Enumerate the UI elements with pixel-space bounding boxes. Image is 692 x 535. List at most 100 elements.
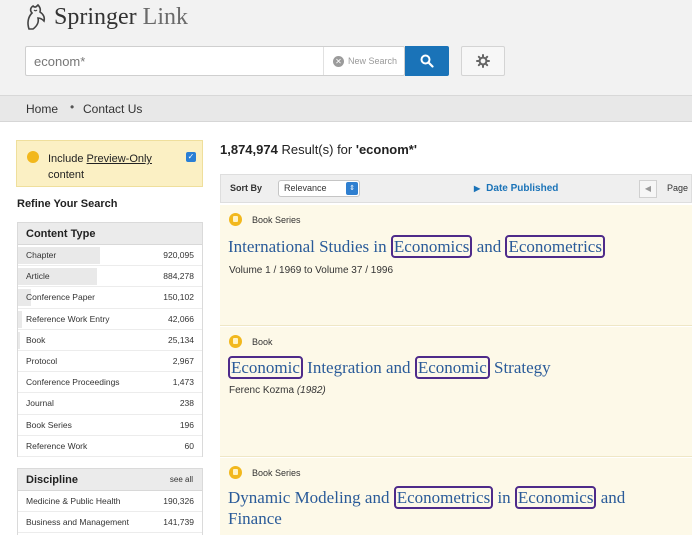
facet-item-label: Conference Proceedings: [26, 377, 120, 388]
facet-item[interactable]: Book 25,134: [18, 330, 202, 351]
facet-item[interactable]: Conference Proceedings 1,473: [18, 372, 202, 394]
result-type-label: Book Series: [252, 214, 301, 225]
preview-label-link[interactable]: Preview-Only: [87, 153, 152, 165]
facet-item-label: Reference Work: [26, 440, 88, 451]
gear-icon: [476, 54, 490, 68]
title-highlight: Economics: [390, 235, 473, 258]
result-title-link[interactable]: International Studies in Economics and E…: [228, 235, 605, 258]
results-count: 1,874,974: [220, 142, 278, 157]
facet-item-count: 920,095: [163, 250, 194, 260]
nav-separator: •: [70, 100, 75, 114]
nav-home-link[interactable]: Home: [26, 102, 58, 116]
title-highlight: Economics: [514, 486, 597, 509]
logo-suffix: Link: [142, 3, 188, 30]
result-type-label: Book: [252, 336, 273, 347]
refine-search-heading: Refine Your Search: [17, 198, 118, 210]
result-title-link[interactable]: Economic Integration and Economic Strate…: [228, 356, 551, 379]
preview-label-prefix: Include: [48, 153, 87, 165]
facet-item[interactable]: Conference Paper 150,102: [18, 287, 202, 309]
facet-count-bar: [18, 331, 20, 349]
select-arrow-icon: ⇕: [346, 182, 358, 195]
facet-item[interactable]: Reference Work Entry 42,066: [18, 309, 202, 330]
title-text: in: [493, 488, 515, 507]
facet-item-label: Article: [26, 271, 50, 282]
logo-brand: Springer: [54, 3, 137, 30]
content-type-icon: [229, 213, 242, 226]
see-all-link[interactable]: see all: [170, 475, 193, 484]
content-type-header: Content Type: [18, 223, 202, 245]
preview-only-toggle[interactable]: Include Preview-Only content ✓: [16, 140, 203, 187]
preview-label-suffix: content: [48, 169, 85, 181]
result-author[interactable]: Ferenc Kozma: [229, 385, 294, 396]
facet-item-count: 60: [184, 440, 194, 451]
facet-item-count: 190,326: [163, 496, 194, 506]
result-type: Book: [229, 335, 273, 348]
facet-item[interactable]: Article 884,278: [18, 266, 202, 288]
facet-item-count: 150,102: [163, 292, 194, 303]
facet-count-bar: [18, 310, 22, 328]
result-item: Book Economic Integration and Economic S…: [220, 327, 692, 457]
result-type: Book Series: [229, 213, 301, 226]
facet-item[interactable]: Protocol 2,967: [18, 351, 202, 373]
sort-by-label: Sort By: [230, 183, 263, 193]
facet-item-label: Protocol: [26, 355, 58, 366]
result-type-label: Book Series: [252, 467, 301, 478]
content-type-list: Chapter 920,095 Article 884,278 Conference P…: [18, 245, 202, 457]
preview-only-checkbox[interactable]: ✓: [186, 152, 196, 162]
title-text: Integration and: [302, 358, 415, 377]
main-nav: Home • Contact Us: [0, 95, 692, 122]
content-type-facet: Content Type Chapter 920,095 Article 884,27…: [17, 222, 203, 457]
sort-bar: Sort By Relevance ⇕ ▶ Date Published ◀ Pa…: [220, 174, 692, 203]
facet-item-count: 196: [179, 419, 194, 430]
results-text: Result(s) for: [277, 142, 356, 157]
facet-item[interactable]: Book Series 196: [18, 415, 202, 436]
new-search-label: New Search: [348, 56, 398, 66]
title-highlight: Economic: [414, 356, 490, 379]
discipline-title: Discipline: [26, 473, 78, 486]
title-text: and: [472, 237, 506, 256]
title-highlight: Economic: [228, 356, 303, 379]
search-box: ✕ New Search: [25, 46, 405, 76]
discipline-facet: Discipline see all Medicine & Public Hea…: [17, 468, 203, 535]
result-title-link[interactable]: Dynamic Modeling and Econometrics in Eco…: [228, 486, 626, 529]
new-search-button[interactable]: ✕ New Search: [323, 47, 405, 75]
facet-item[interactable]: Chapter 920,095: [18, 245, 202, 267]
facet-item[interactable]: Reference Work 60: [18, 436, 202, 457]
result-author-line: Ferenc Kozma (1982): [229, 385, 326, 396]
date-published-toggle[interactable]: ▶ Date Published: [474, 183, 558, 194]
triangle-right-icon: ▶: [474, 184, 481, 193]
facet-item-count: 1,473: [172, 377, 194, 388]
facet-item-count: 25,134: [168, 334, 194, 345]
nav-contact-link[interactable]: Contact Us: [83, 102, 142, 116]
sort-select[interactable]: Relevance ⇕: [278, 180, 360, 197]
facet-item[interactable]: Business and Management 141,739: [18, 512, 202, 534]
previous-page-button[interactable]: ◀: [639, 180, 657, 198]
preview-only-label: Include Preview-Only content: [48, 151, 188, 183]
title-highlight: Econometrics: [505, 235, 605, 258]
result-year: (1982): [296, 385, 326, 396]
title-text: and: [596, 488, 626, 507]
facet-item-count: 141,739: [163, 517, 194, 528]
result-volume-range: Volume 1 / 1969 to Volume 37 / 1996: [229, 265, 394, 276]
title-text: Strategy: [489, 358, 551, 377]
settings-button[interactable]: [461, 46, 505, 76]
springer-horse-icon: [27, 3, 46, 30]
content-type-title: Content Type: [26, 227, 96, 240]
date-published-label: Date Published: [486, 183, 559, 194]
facet-item[interactable]: Journal 238: [18, 393, 202, 415]
result-item: Book Series International Studies in Eco…: [220, 205, 692, 326]
title-text: International Studies in: [228, 237, 391, 256]
facet-item-label: Book Series: [26, 419, 72, 430]
facet-item[interactable]: Medicine & Public Health 190,326: [18, 491, 202, 513]
search-button[interactable]: [405, 46, 449, 76]
preview-lock-icon: [27, 151, 39, 163]
chevron-left-icon: ◀: [644, 184, 652, 193]
search-input[interactable]: [26, 47, 322, 75]
springer-link-logo[interactable]: Springer Link: [24, 0, 188, 34]
facet-item-count: 884,278: [163, 271, 194, 282]
facet-item-label: Reference Work Entry: [26, 313, 110, 324]
result-item: Book Series Dynamic Modeling and Econome…: [220, 458, 692, 535]
facet-item-label: Journal: [26, 398, 54, 409]
content-type-icon: [229, 466, 242, 479]
discipline-header: Discipline see all: [18, 469, 202, 491]
